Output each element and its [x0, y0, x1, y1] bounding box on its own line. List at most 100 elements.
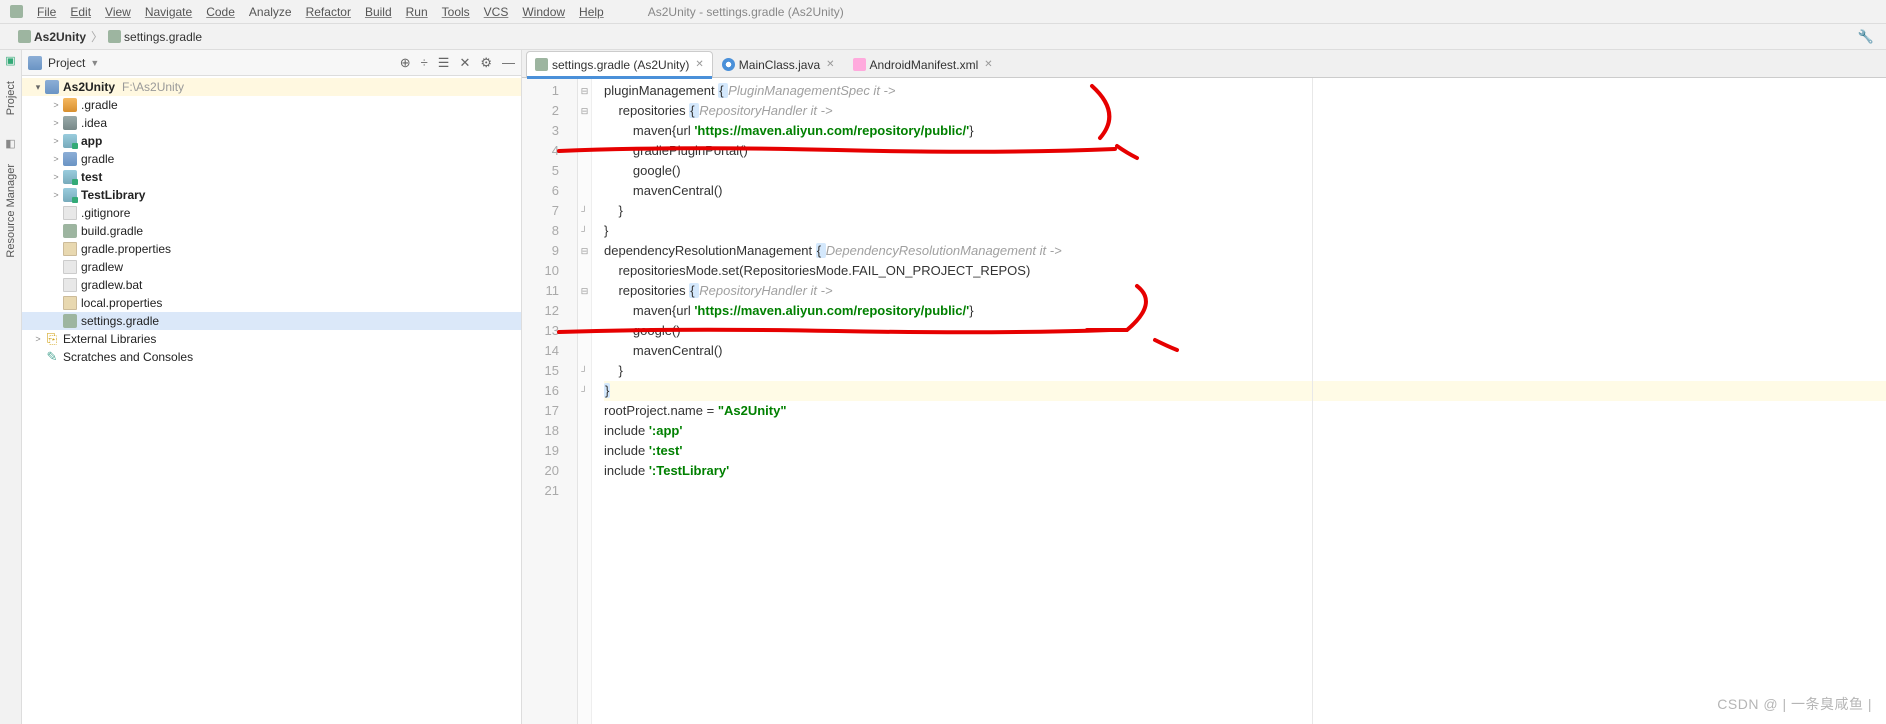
tree-item[interactable]: >local.properties	[22, 294, 521, 312]
code-line[interactable]: mavenCentral()	[604, 341, 1886, 361]
tab-label: AndroidManifest.xml	[870, 58, 979, 72]
menu-code[interactable]: Code	[206, 5, 235, 19]
code-line[interactable]: maven{url 'https://maven.aliyun.com/repo…	[604, 301, 1886, 321]
code-line[interactable]: }	[604, 381, 1886, 401]
tree-item[interactable]: >.gitignore	[22, 204, 521, 222]
expand-all-icon[interactable]: ÷	[421, 55, 428, 71]
project-tree[interactable]: ▾ As2Unity F:\As2Unity > .gradle > .idea >ap…	[22, 76, 521, 724]
close-icon[interactable]: ✕	[984, 59, 992, 70]
resource-manager-icon[interactable]: ◧	[5, 137, 15, 150]
chevron-right-icon[interactable]: >	[50, 154, 62, 164]
fold-toggle-icon[interactable]: ⊟	[578, 101, 591, 121]
tree-item[interactable]: > TestLibrary	[22, 186, 521, 204]
tab-resource-manager[interactable]: Resource Manager	[3, 158, 19, 264]
chevron-right-icon[interactable]: >	[50, 190, 62, 200]
menu-build[interactable]: Build	[365, 5, 392, 19]
project-tool-icon[interactable]: ▣	[5, 54, 15, 67]
menu-analyze[interactable]: Analyze	[249, 5, 292, 19]
menu-refactor[interactable]: Refactor	[306, 5, 351, 19]
menu-help[interactable]: Help	[579, 5, 604, 19]
tree-item[interactable]: > .idea	[22, 114, 521, 132]
close-icon[interactable]: ✕	[826, 59, 834, 70]
code-line[interactable]	[604, 481, 1886, 501]
select-opened-file-icon[interactable]: ⊕	[400, 55, 411, 71]
code-line[interactable]: repositories { RepositoryHandler it ->	[604, 281, 1886, 301]
code-line[interactable]: include ':app'	[604, 421, 1886, 441]
fold-toggle-icon[interactable]: ⊟	[578, 241, 591, 261]
code-line[interactable]: }	[604, 201, 1886, 221]
tree-item[interactable]: >gradlew.bat	[22, 276, 521, 294]
tree-item-label: .gradle	[81, 98, 118, 112]
breadcrumb-file[interactable]: settings.gradle	[108, 30, 202, 44]
editor-tab[interactable]: MainClass.java✕	[713, 51, 844, 77]
right-margin-guide	[1312, 78, 1313, 724]
code-line[interactable]: pluginManagement { PluginManagementSpec …	[604, 81, 1886, 101]
menu-window[interactable]: Window	[522, 5, 565, 19]
tree-item[interactable]: >settings.gradle	[22, 312, 521, 330]
code-line[interactable]: include ':test'	[604, 441, 1886, 461]
tab-label: settings.gradle (As2Unity)	[552, 58, 689, 72]
tree-item[interactable]: > gradle	[22, 150, 521, 168]
code-line[interactable]: repositoriesMode.set(RepositoriesMode.FA…	[604, 261, 1886, 281]
code-content[interactable]: pluginManagement { PluginManagementSpec …	[592, 78, 1886, 724]
code-editor[interactable]: 123456789101112131415161718192021 ⊟⊟┘┘⊟⊟…	[522, 78, 1886, 724]
code-line[interactable]: }	[604, 361, 1886, 381]
breadcrumb-root[interactable]: As2Unity	[18, 30, 86, 44]
code-line[interactable]: google()	[604, 161, 1886, 181]
code-line[interactable]: }	[604, 221, 1886, 241]
menu-vcs[interactable]: VCS	[484, 5, 509, 19]
collapse-icon[interactable]: ☰	[438, 55, 450, 71]
tree-item[interactable]: >⎘External Libraries	[22, 330, 521, 348]
chevron-down-icon[interactable]: ▼	[90, 58, 99, 68]
editor-tab[interactable]: settings.gradle (As2Unity) ✕	[526, 51, 713, 77]
minimize-icon[interactable]: —	[502, 55, 515, 71]
code-line[interactable]: google()	[604, 321, 1886, 341]
tree-item[interactable]: >gradle.properties	[22, 240, 521, 258]
fold-spacer: ┘	[578, 201, 591, 221]
chevron-right-icon[interactable]: >	[50, 100, 62, 110]
tree-item[interactable]: >test	[22, 168, 521, 186]
code-line[interactable]: rootProject.name = "As2Unity"	[604, 401, 1886, 421]
fold-toggle-icon[interactable]: ⊟	[578, 281, 591, 301]
code-line[interactable]: mavenCentral()	[604, 181, 1886, 201]
menu-tools[interactable]: Tools	[442, 5, 470, 19]
code-line[interactable]: dependencyResolutionManagement { Depende…	[604, 241, 1886, 261]
menu-edit[interactable]: Edit	[70, 5, 91, 19]
menu-navigate[interactable]: Navigate	[145, 5, 192, 19]
tab-project[interactable]: Project	[3, 75, 19, 121]
close-icon[interactable]: ✕	[695, 59, 703, 70]
tree-item-label: TestLibrary	[81, 188, 145, 202]
tree-item-label: .gitignore	[81, 206, 130, 220]
menu-file[interactable]: File	[37, 5, 56, 19]
chevron-right-icon[interactable]: >	[50, 172, 62, 182]
fold-spacer	[578, 481, 591, 501]
editor-tab[interactable]: AndroidManifest.xml ✕	[844, 51, 1002, 77]
tree-root[interactable]: ▾ As2Unity F:\As2Unity	[22, 78, 521, 96]
prop-icon	[63, 296, 77, 310]
chevron-down-icon[interactable]: ▾	[32, 82, 44, 93]
code-line[interactable]: repositories { RepositoryHandler it ->	[604, 101, 1886, 121]
chevron-right-icon[interactable]: >	[50, 136, 62, 146]
tree-item-label: gradle	[81, 152, 114, 166]
code-line[interactable]: gradlePluginPortal()	[604, 141, 1886, 161]
fold-column[interactable]: ⊟⊟┘┘⊟⊟┘┘	[578, 78, 592, 724]
tree-item[interactable]: >build.gradle	[22, 222, 521, 240]
chevron-right-icon[interactable]: >	[50, 118, 62, 128]
tree-item[interactable]: >✎Scratches and Consoles	[22, 348, 521, 366]
menu-run[interactable]: Run	[406, 5, 428, 19]
fold-spacer	[578, 301, 591, 321]
build-tool-icon[interactable]: 🔧	[1858, 29, 1874, 45]
settings-gear-icon[interactable]: ⚙	[480, 55, 492, 71]
chevron-right-icon[interactable]: >	[32, 334, 44, 344]
code-line[interactable]: maven{url 'https://maven.aliyun.com/repo…	[604, 121, 1886, 141]
fold-toggle-icon[interactable]: ⊟	[578, 81, 591, 101]
tree-item-label: .idea	[81, 116, 107, 130]
tree-item-label: local.properties	[81, 296, 162, 310]
tree-item[interactable]: >app	[22, 132, 521, 150]
tree-root-path: F:\As2Unity	[122, 80, 184, 94]
hide-icon[interactable]: ✕	[459, 55, 470, 71]
code-line[interactable]: include ':TestLibrary'	[604, 461, 1886, 481]
tree-item[interactable]: > .gradle	[22, 96, 521, 114]
menu-view[interactable]: View	[105, 5, 131, 19]
tree-item[interactable]: >gradlew	[22, 258, 521, 276]
